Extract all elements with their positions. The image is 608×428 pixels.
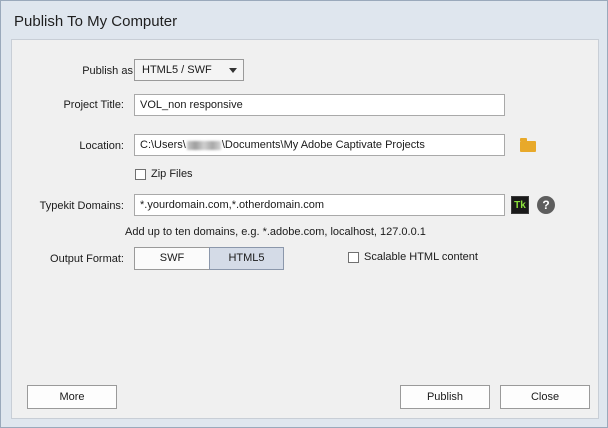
location-value-prefix: C:\Users\ [140, 139, 186, 151]
scalable-html-label: Scalable HTML content [364, 251, 478, 263]
output-format-swf[interactable]: SWF [134, 247, 210, 270]
zip-files-checkbox[interactable] [135, 169, 146, 180]
help-icon[interactable]: ? [537, 196, 555, 214]
publish-dialog: Publish To My Computer Publish as: HTML5… [0, 0, 608, 428]
project-title-value: VOL_non responsive [140, 99, 243, 111]
close-button[interactable]: Close [500, 385, 590, 409]
dialog-title: Publish To My Computer [14, 13, 178, 30]
output-format-html5[interactable]: HTML5 [209, 247, 284, 270]
typekit-domains-label: Typekit Domains: [39, 200, 124, 212]
zip-files-label: Zip Files [151, 168, 193, 180]
publish-button[interactable]: Publish [400, 385, 490, 409]
chevron-down-icon [229, 68, 237, 73]
typekit-icon[interactable]: Tk [511, 196, 529, 214]
publish-as-label: Publish as: [82, 65, 136, 77]
publish-as-dropdown[interactable]: HTML5 / SWF [134, 59, 244, 81]
output-format-label: Output Format: [50, 253, 124, 265]
scalable-html-checkbox[interactable] [348, 252, 359, 263]
typekit-domains-value: *.yourdomain.com,*.otherdomain.com [140, 199, 325, 211]
folder-icon[interactable] [520, 138, 536, 152]
location-value-suffix: \Documents\My Adobe Captivate Projects [221, 139, 425, 151]
publish-as-value: HTML5 / SWF [142, 64, 212, 76]
project-title-input[interactable]: VOL_non responsive [134, 94, 505, 116]
redacted-username [186, 140, 221, 150]
typekit-domains-input[interactable]: *.yourdomain.com,*.otherdomain.com [134, 194, 505, 216]
dialog-content: Publish as: HTML5 / SWF Project Title: V… [11, 39, 599, 419]
typekit-hint: Add up to ten domains, e.g. *.adobe.com,… [125, 226, 426, 238]
more-button[interactable]: More [27, 385, 117, 409]
title-bar[interactable]: Publish To My Computer [1, 1, 607, 39]
location-input[interactable]: C:\Users\ \Documents\My Adobe Captivate P… [134, 134, 505, 156]
location-label: Location: [79, 140, 124, 152]
project-title-label: Project Title: [63, 99, 124, 111]
